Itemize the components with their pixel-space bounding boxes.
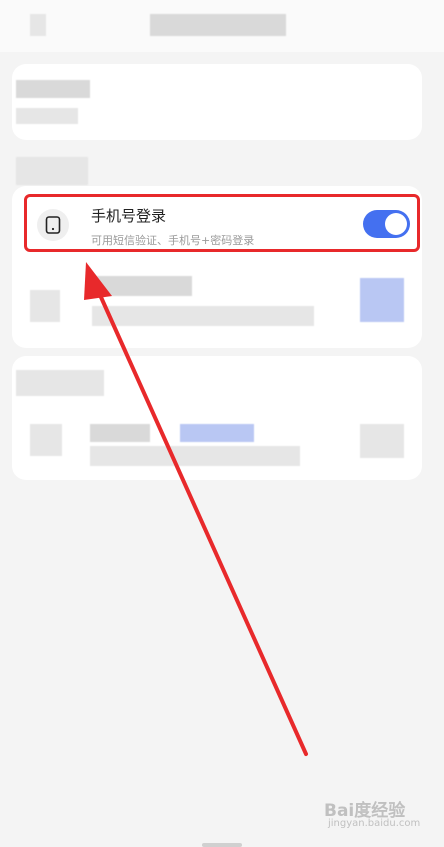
other-icon	[30, 424, 62, 456]
method-toggle-2[interactable]	[360, 278, 404, 322]
account-card	[12, 64, 422, 140]
section-label-other-2	[16, 370, 104, 396]
toggle-knob	[385, 213, 407, 235]
other-sub	[90, 446, 300, 466]
phone-login-subtitle: 可用短信验证、手机号+密码登录	[91, 234, 255, 247]
account-label	[16, 80, 90, 98]
phone-icon	[37, 209, 69, 241]
baidu-jingyan-watermark: Bai度经验 jingyan.baidu.com	[324, 796, 424, 836]
phone-login-title: 手机号登录	[91, 207, 167, 225]
phone-login-toggle[interactable]	[363, 210, 410, 238]
other-action[interactable]	[360, 424, 404, 458]
method-sub-2	[92, 306, 314, 326]
page-title	[150, 14, 286, 36]
method-icon-2	[30, 290, 60, 322]
watermark-url: jingyan.baidu.com	[328, 818, 421, 829]
other-title	[90, 424, 150, 442]
back-button[interactable]	[30, 14, 46, 36]
account-sub-label	[16, 108, 78, 124]
method-title-2	[92, 276, 192, 296]
other-badge	[180, 424, 254, 442]
home-indicator[interactable]	[202, 843, 242, 847]
top-bar	[0, 0, 444, 52]
phone-login-row[interactable]: 手机号登录 可用短信验证、手机号+密码登录	[24, 194, 420, 252]
